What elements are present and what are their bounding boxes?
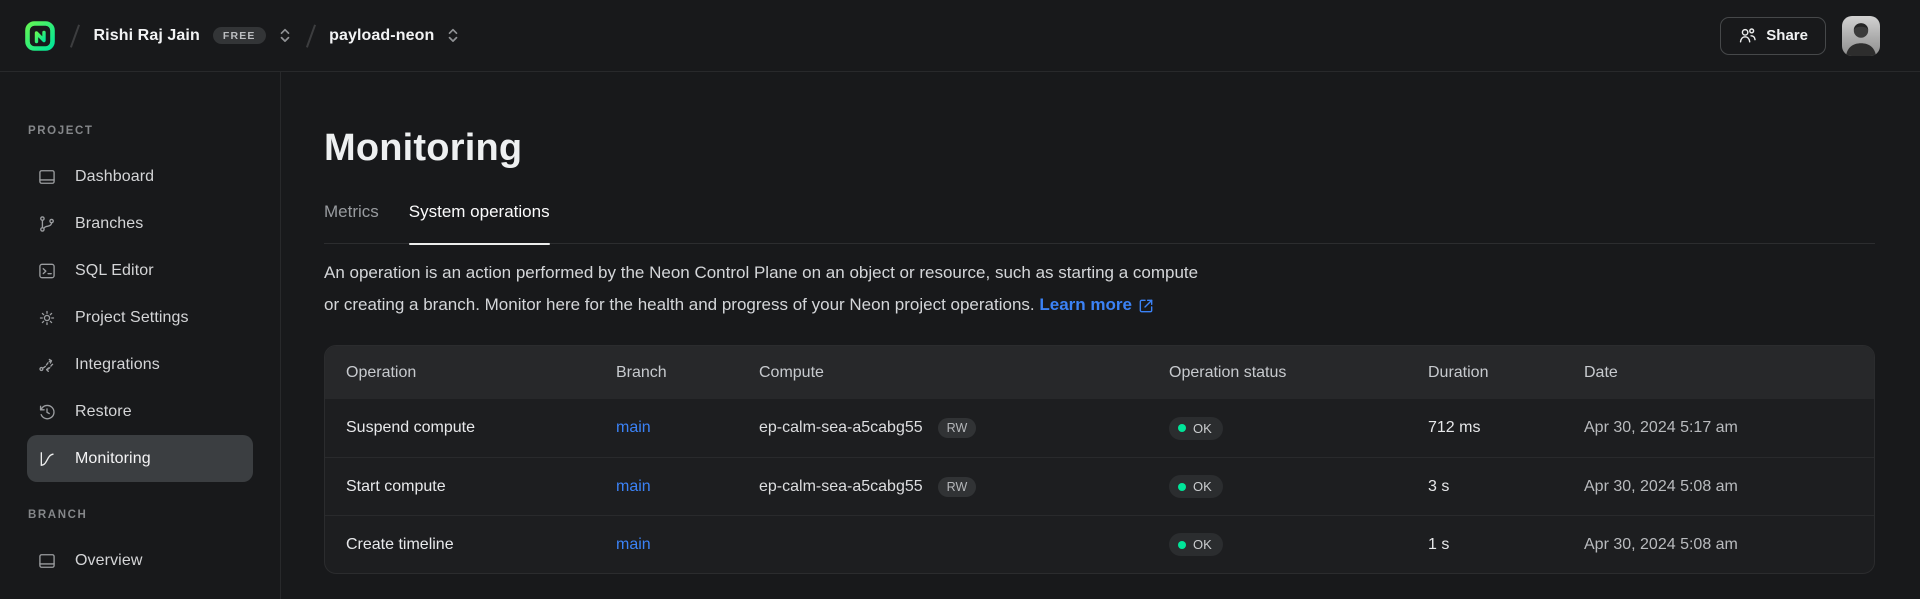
topbar: Rishi Raj Jain FREE payload-neon Share	[0, 0, 1920, 72]
breadcrumb-org[interactable]: Rishi Raj Jain	[94, 27, 200, 45]
sidebar-item-label: Project Settings	[75, 309, 189, 327]
sidebar-section-project: PROJECT	[0, 125, 280, 137]
org-switcher-chevron-icon[interactable]	[278, 26, 292, 45]
sidebar-item-label: Integrations	[75, 356, 160, 374]
column-header-operation: Operation	[346, 364, 616, 382]
duration-cell: 712 ms	[1428, 419, 1584, 437]
dashboard-icon	[37, 167, 57, 187]
branches-icon	[37, 214, 57, 234]
sidebar-item-label: Overview	[75, 552, 142, 570]
sidebar-item-label: Dashboard	[75, 168, 154, 186]
table-row: Start compute main ep-calm-sea-a5cabg55 …	[325, 457, 1874, 515]
tab-metrics[interactable]: Metrics	[324, 201, 379, 223]
column-header-date: Date	[1584, 364, 1874, 382]
status-ok-dot-icon	[1178, 483, 1186, 491]
branch-link[interactable]: main	[616, 478, 651, 495]
share-button[interactable]: Share	[1720, 17, 1826, 55]
sidebar-item-label: Branches	[75, 215, 143, 233]
compute-rw-badge: RW	[938, 418, 977, 438]
compute-cell: ep-calm-sea-a5cabg55 RW	[759, 418, 1169, 438]
column-header-duration: Duration	[1428, 364, 1584, 382]
sidebar-item-overview[interactable]: Overview	[27, 537, 253, 584]
sidebar-item-monitoring[interactable]: Monitoring	[27, 435, 253, 482]
branch-link[interactable]: main	[616, 419, 651, 436]
status-cell: OK	[1169, 533, 1428, 556]
compute-id: ep-calm-sea-a5cabg55	[759, 478, 923, 496]
status-ok-dot-icon	[1178, 541, 1186, 549]
learn-more-link[interactable]: Learn more	[1039, 289, 1154, 321]
sql-editor-icon	[37, 261, 57, 281]
sidebar-item-sql-editor[interactable]: SQL Editor	[27, 247, 253, 294]
external-link-icon	[1138, 297, 1154, 313]
operations-table: Operation Branch Compute Operation statu…	[324, 345, 1875, 574]
duration-cell: 3 s	[1428, 478, 1584, 496]
table-row: Suspend compute main ep-calm-sea-a5cabg5…	[325, 399, 1874, 457]
date-cell: Apr 30, 2024 5:08 am	[1584, 536, 1874, 554]
breadcrumb-slash	[306, 24, 316, 47]
tab-bar: Metrics System operations	[324, 201, 1875, 244]
duration-cell: 1 s	[1428, 536, 1584, 554]
date-cell: Apr 30, 2024 5:08 am	[1584, 478, 1874, 496]
restore-history-icon	[37, 402, 57, 422]
project-switcher-chevron-icon[interactable]	[446, 26, 460, 45]
column-header-operation-status: Operation status	[1169, 364, 1428, 382]
description-line-1: An operation is an action performed by t…	[324, 257, 1875, 289]
breadcrumb-slash	[70, 24, 80, 47]
table-body: Suspend compute main ep-calm-sea-a5cabg5…	[325, 399, 1874, 573]
neon-logo[interactable]	[24, 20, 56, 52]
status-badge: OK	[1169, 533, 1223, 556]
sidebar-item-databases[interactable]: Databases	[27, 584, 253, 599]
branch-link[interactable]: main	[616, 536, 651, 553]
sidebar-item-branches[interactable]: Branches	[27, 200, 253, 247]
description-line-2: or creating a branch. Monitor here for t…	[324, 289, 1875, 321]
settings-gear-icon	[37, 308, 57, 328]
breadcrumb-project[interactable]: payload-neon	[329, 27, 434, 45]
branch-cell: main	[616, 419, 759, 437]
overview-window-icon	[37, 551, 57, 571]
tab-system-operations[interactable]: System operations	[409, 201, 550, 223]
sidebar: PROJECT Dashboard Branches SQL Editor	[0, 72, 281, 599]
branch-cell: main	[616, 478, 759, 496]
status-badge: OK	[1169, 417, 1223, 440]
sidebar-item-restore[interactable]: Restore	[27, 388, 253, 435]
column-header-compute: Compute	[759, 364, 1169, 382]
sidebar-item-dashboard[interactable]: Dashboard	[27, 153, 253, 200]
share-button-label: Share	[1766, 27, 1808, 44]
sidebar-item-label: Restore	[75, 403, 132, 421]
integrations-icon	[37, 355, 57, 375]
operation-cell: Suspend compute	[346, 419, 616, 437]
table-row: Create timeline main OK 1 s Apr 30, 2024…	[325, 515, 1874, 573]
status-cell: OK	[1169, 417, 1428, 440]
operation-cell: Start compute	[346, 478, 616, 496]
status-ok-dot-icon	[1178, 424, 1186, 432]
main-content: Monitoring Metrics System operations An …	[282, 72, 1920, 599]
monitoring-chart-icon	[37, 449, 57, 469]
date-cell: Apr 30, 2024 5:17 am	[1584, 419, 1874, 437]
operation-cell: Create timeline	[346, 536, 616, 554]
branch-cell: main	[616, 536, 759, 554]
compute-id: ep-calm-sea-a5cabg55	[759, 419, 923, 437]
table-header-row: Operation Branch Compute Operation statu…	[325, 346, 1874, 399]
page-title: Monitoring	[324, 125, 1875, 171]
plan-badge: FREE	[213, 27, 266, 44]
column-header-branch: Branch	[616, 364, 759, 382]
compute-rw-badge: RW	[938, 477, 977, 497]
status-cell: OK	[1169, 475, 1428, 498]
sidebar-item-label: SQL Editor	[75, 262, 154, 280]
sidebar-section-branch: BRANCH	[0, 509, 280, 521]
avatar[interactable]	[1842, 16, 1880, 56]
sidebar-item-integrations[interactable]: Integrations	[27, 341, 253, 388]
operations-description: An operation is an action performed by t…	[324, 257, 1875, 321]
users-icon	[1738, 26, 1757, 45]
compute-cell: ep-calm-sea-a5cabg55 RW	[759, 477, 1169, 497]
sidebar-item-label: Monitoring	[75, 450, 151, 468]
status-badge: OK	[1169, 475, 1223, 498]
sidebar-item-project-settings[interactable]: Project Settings	[27, 294, 253, 341]
